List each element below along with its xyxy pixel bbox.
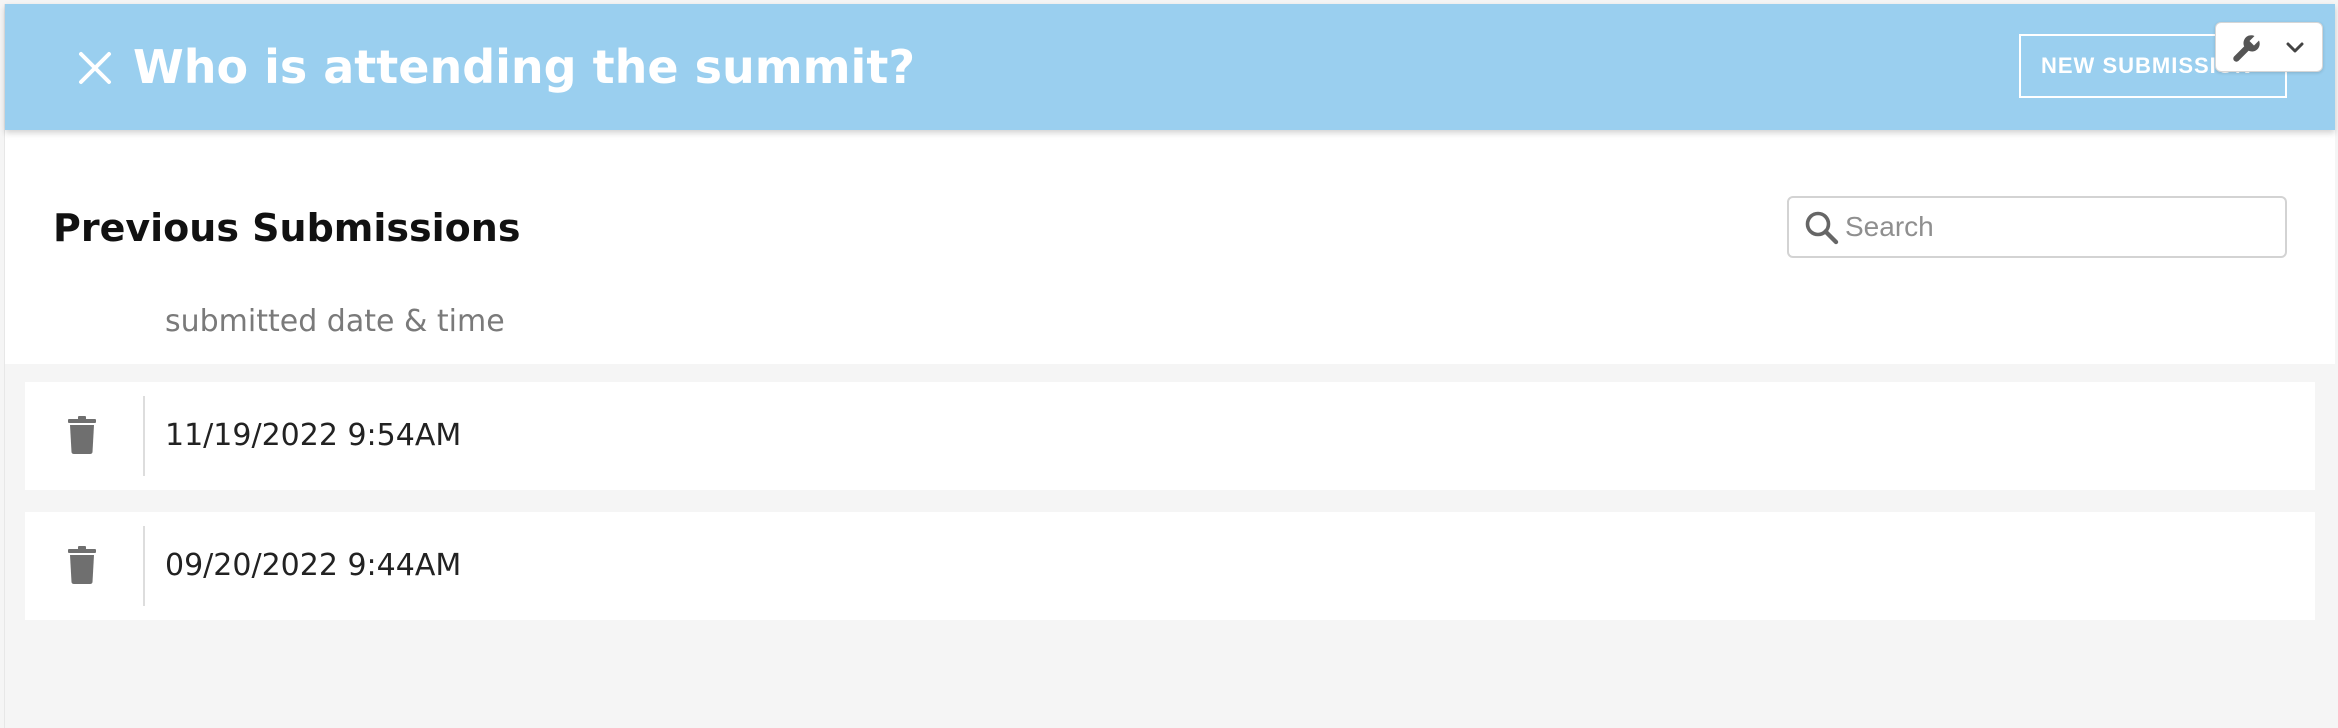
trash-icon[interactable] bbox=[67, 415, 97, 455]
page-title: Who is attending the summit? bbox=[133, 40, 915, 94]
submission-datetime[interactable]: 11/19/2022 9:54AM bbox=[165, 416, 461, 456]
table-row[interactable]: 09/20/2022 9:44AM bbox=[25, 512, 2315, 620]
page: Who is attending the summit? NEW SUBMISS… bbox=[0, 0, 2338, 728]
form-header: Who is attending the summit? NEW SUBMISS… bbox=[5, 4, 2335, 130]
search-input[interactable] bbox=[1845, 202, 2275, 252]
search-box[interactable] bbox=[1787, 196, 2287, 258]
row-divider bbox=[143, 526, 145, 606]
search-icon bbox=[1805, 211, 1839, 245]
wrench-icon bbox=[2233, 35, 2260, 62]
close-icon[interactable] bbox=[75, 48, 115, 88]
row-divider bbox=[143, 396, 145, 476]
section-title: Previous Submissions bbox=[53, 206, 521, 250]
tools-menu-button[interactable] bbox=[2215, 22, 2323, 72]
submissions-panel: Who is attending the summit? NEW SUBMISS… bbox=[4, 4, 2335, 728]
table-row[interactable]: 11/19/2022 9:54AM bbox=[25, 382, 2315, 490]
trash-icon[interactable] bbox=[67, 545, 97, 585]
submission-datetime[interactable]: 09/20/2022 9:44AM bbox=[165, 546, 461, 586]
column-header-submitted: submitted date & time bbox=[165, 304, 505, 339]
submissions-header-area: Previous Submissions submitted date & ti… bbox=[5, 130, 2335, 364]
chevron-down-icon bbox=[2286, 42, 2304, 53]
